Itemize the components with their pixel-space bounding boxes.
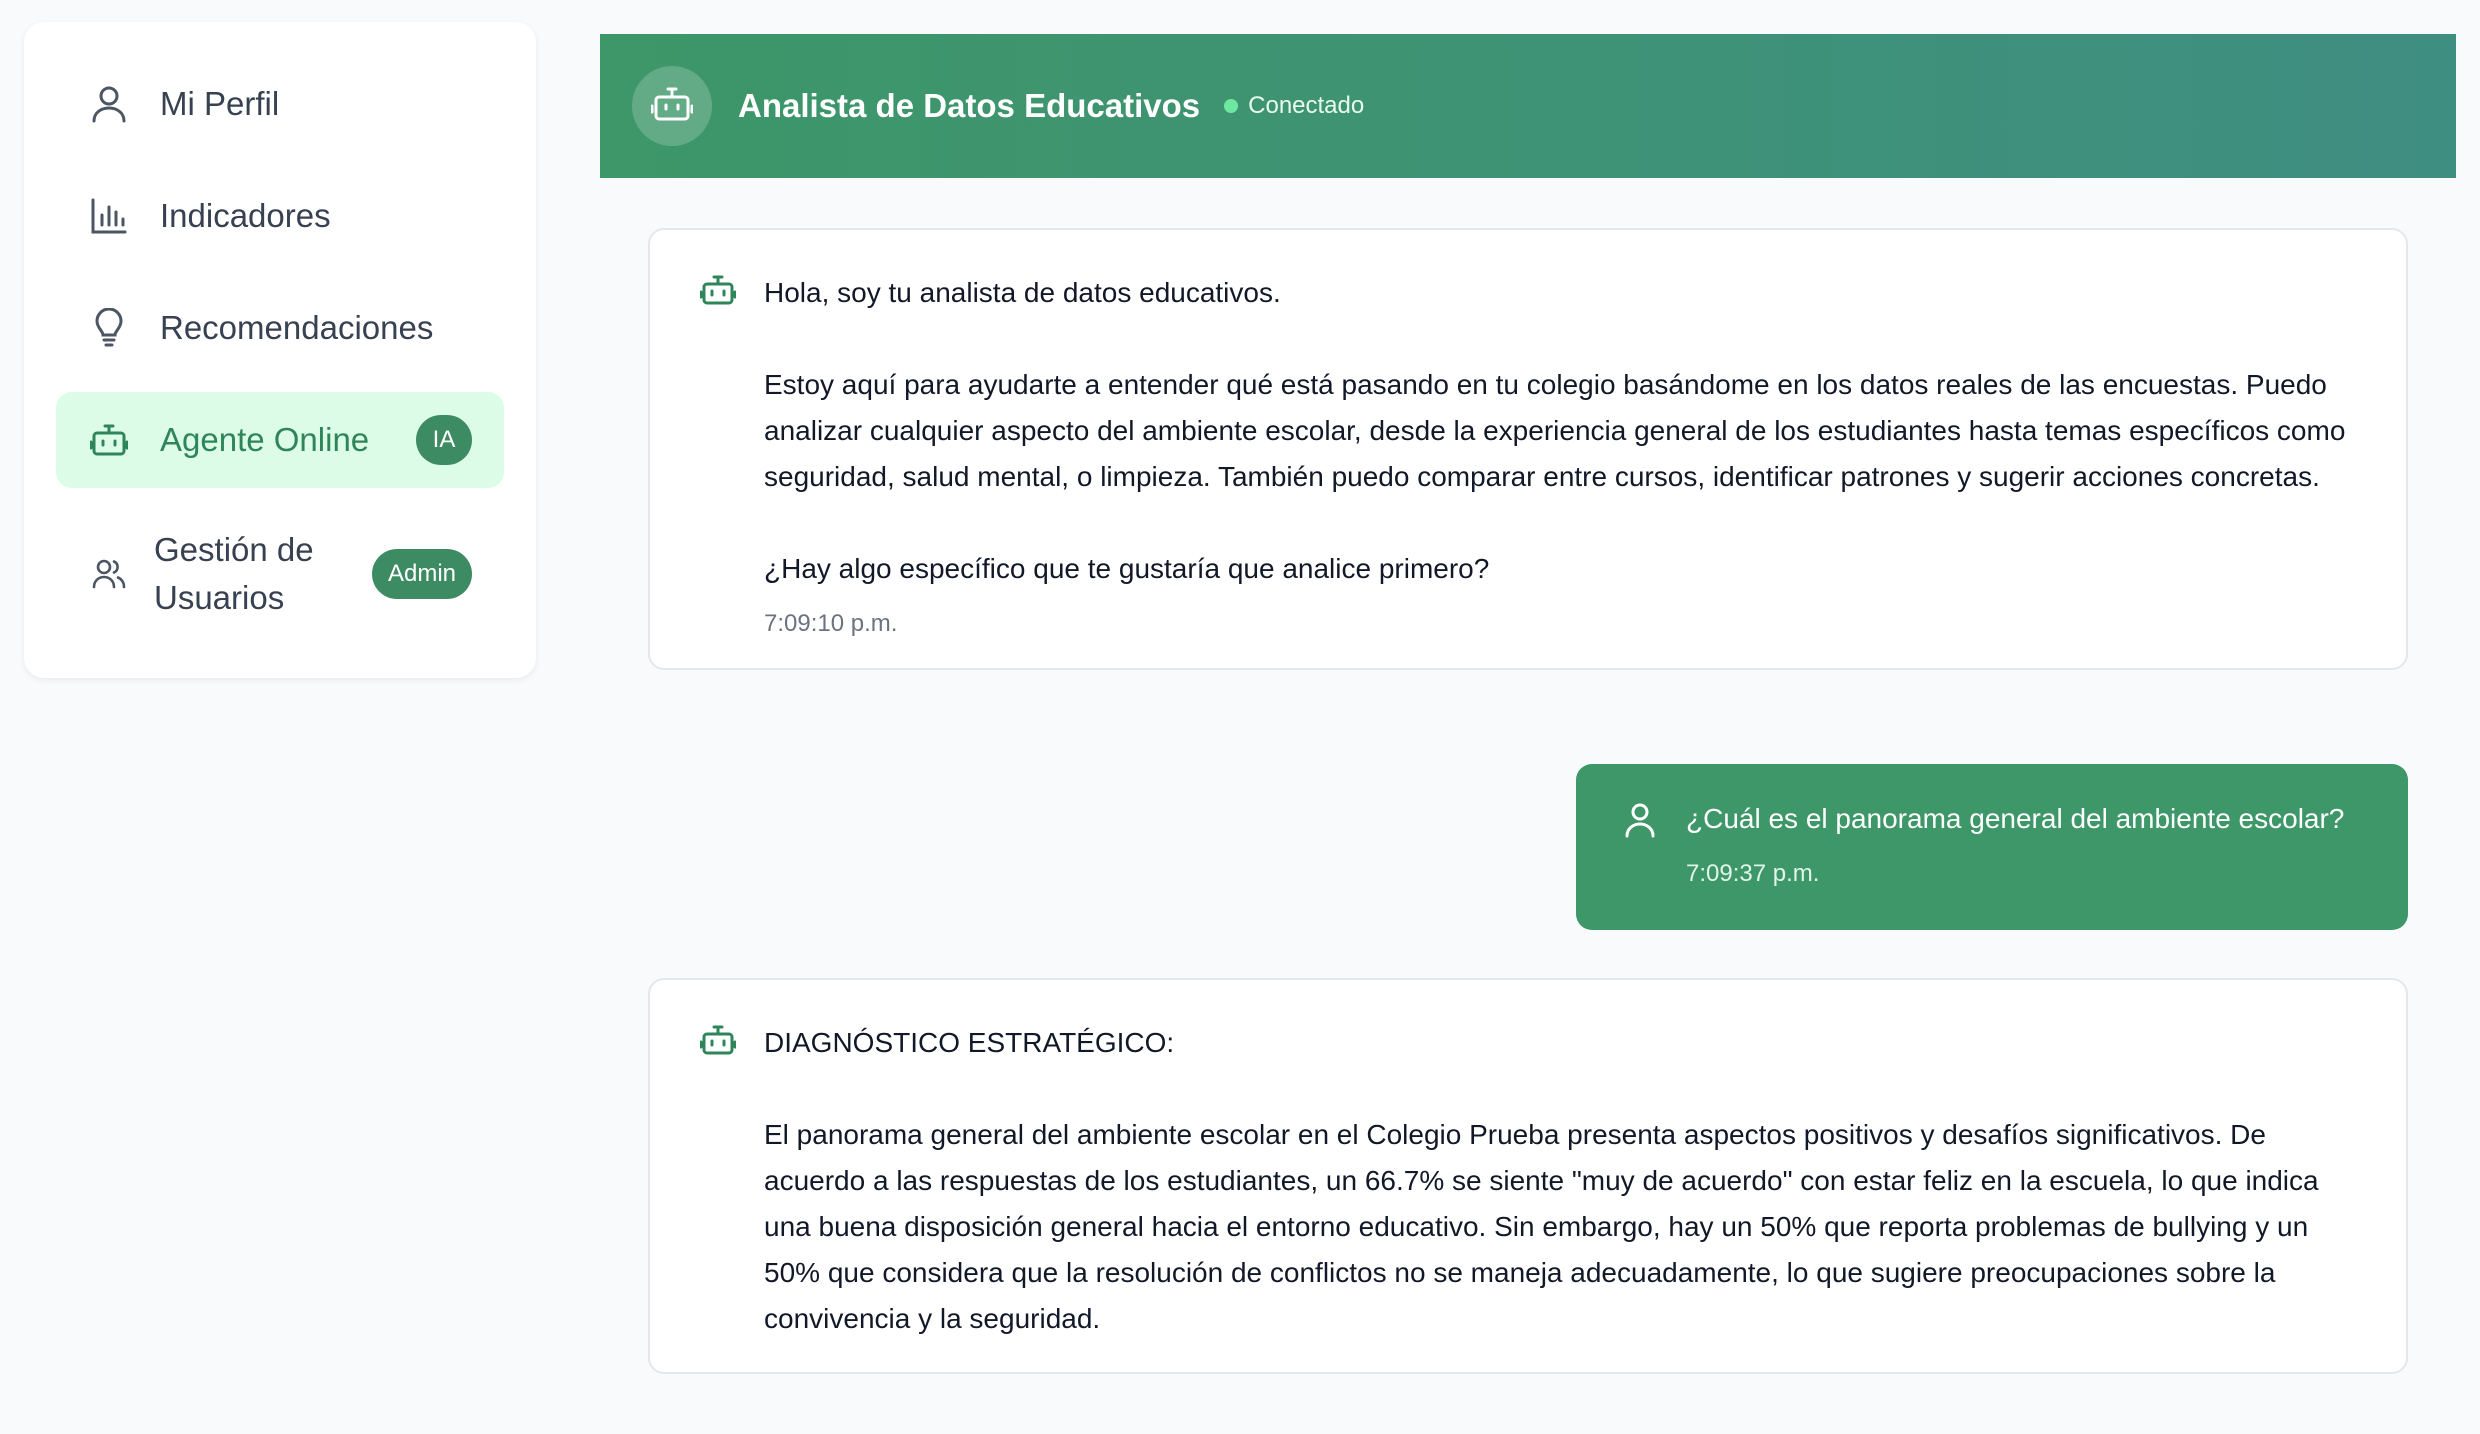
sidebar-item-indicadores[interactable]: Indicadores [56,168,504,264]
sidebar-item-label: Mi Perfil [160,85,280,122]
connection-status: Conectado [1224,92,1364,120]
ia-badge: IA [416,415,472,465]
robot-icon [699,1024,737,1061]
message-text: Hola, soy tu analista de datos educativo… [764,277,2346,584]
sidebar-item-mi-perfil[interactable]: Mi Perfil [56,56,504,152]
sidebar-item-label: Indicadores [160,197,331,234]
message-text: ¿Cuál es el panorama general del ambient… [1686,803,2345,834]
sidebar-item-label: Recomendaciones [160,309,434,346]
sidebar-item-label: Agente Online [160,421,370,458]
user-icon [88,83,130,125]
chat-title: Analista de Datos Educativos [738,87,1201,124]
chat-panel: Analista de Datos Educativos Conectado H… [600,34,2456,1434]
users-icon [88,553,130,595]
chat-header: Analista de Datos Educativos Conectado [600,34,2456,178]
user-icon [1624,802,1656,843]
sidebar-item-recomendaciones[interactable]: Recomendaciones [56,280,504,376]
sidebar-item-gestion-usuarios[interactable]: Gestión de Usuarios Admin [56,504,504,644]
admin-badge: Admin [371,549,472,599]
lightbulb-icon [88,307,130,349]
message-time: 7:09:37 p.m. [1686,860,1820,887]
robot-icon [650,86,694,127]
status-text: Conectado [1248,92,1365,119]
message-text: DIAGNÓSTICO ESTRATÉGICO: El panorama gen… [764,1027,2319,1334]
bar-chart-icon [88,195,130,237]
bot-message: Hola, soy tu analista de datos educativo… [648,228,2408,670]
status-dot-icon [1224,99,1239,113]
robot-icon [88,419,130,461]
sidebar-item-agente-online[interactable]: Agente Online IA [56,392,504,488]
user-message: ¿Cuál es el panorama general del ambient… [1576,764,2408,930]
sidebar-item-label: Gestión de Usuarios [154,531,314,616]
robot-icon [699,274,737,311]
message-list: Hola, soy tu analista de datos educativo… [600,178,2456,1434]
bot-message: DIAGNÓSTICO ESTRATÉGICO: El panorama gen… [648,978,2408,1374]
message-time: 7:09:10 p.m. [764,610,898,637]
agent-avatar [632,66,712,146]
sidebar: Mi Perfil Indicadores Recomendaciones Ag… [24,22,536,678]
